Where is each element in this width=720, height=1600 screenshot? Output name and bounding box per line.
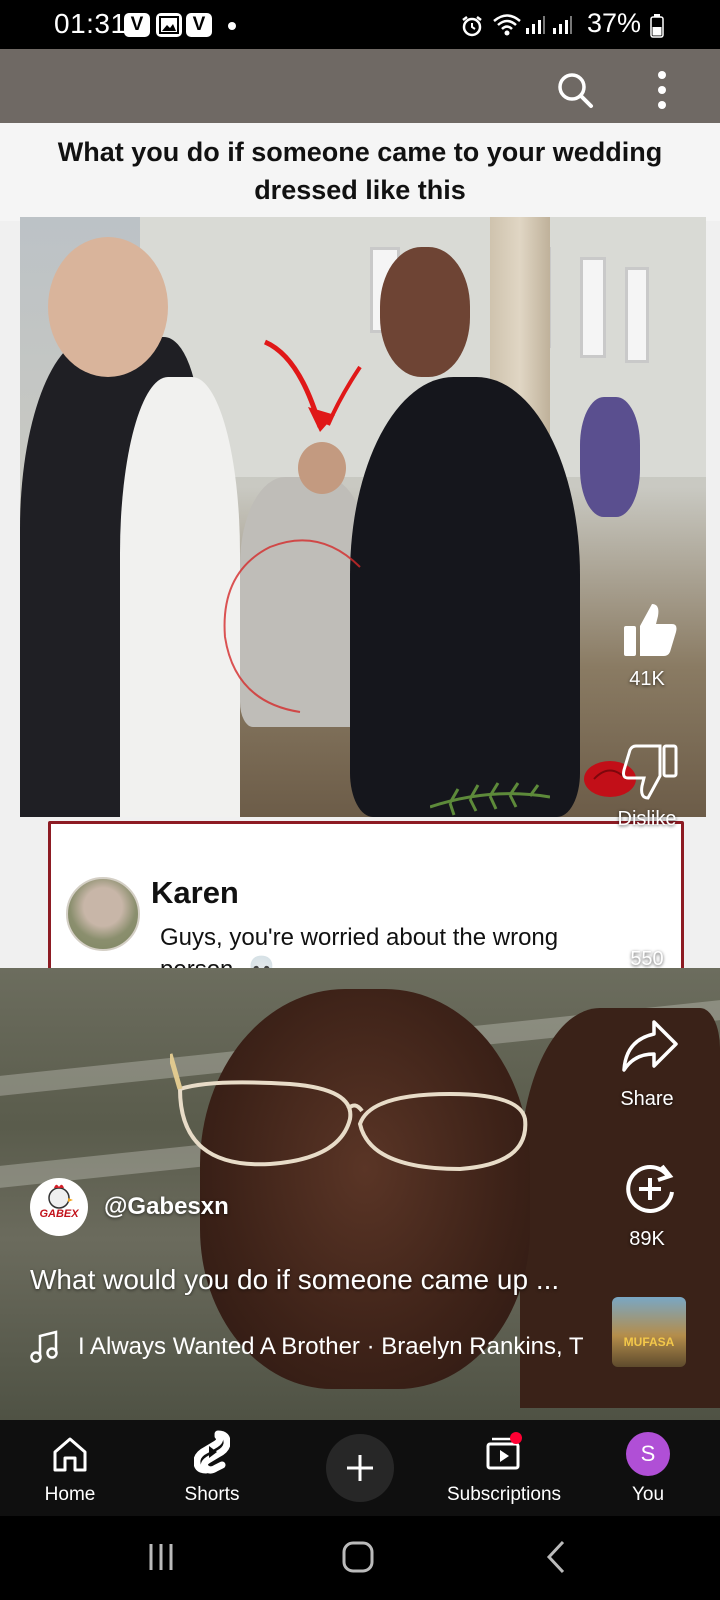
- status-time: 01:31: [54, 8, 127, 39]
- dislike-icon[interactable]: [620, 742, 680, 802]
- remix-icon[interactable]: [620, 1158, 680, 1218]
- home-icon: [53, 1437, 87, 1472]
- red-circle-highlight: [223, 539, 361, 713]
- wifi-icon: [493, 14, 521, 36]
- video-top-bar: [0, 49, 720, 123]
- commenter-avatar: [66, 877, 140, 951]
- wedding-photo: [20, 217, 706, 817]
- like-icon[interactable]: [620, 600, 680, 660]
- costume-figure: [580, 397, 640, 517]
- like-count: 41K: [629, 668, 665, 690]
- signal-icon-1: [526, 16, 545, 34]
- glasses-icon: [170, 1053, 528, 1172]
- more-notifications-dot: [228, 22, 236, 30]
- fern-leaf-icon: [430, 782, 550, 816]
- back-icon[interactable]: [545, 1540, 567, 1574]
- groom-suit: [350, 377, 580, 817]
- home-button-icon[interactable]: [341, 1540, 375, 1574]
- video-title[interactable]: What would you do if someone came up ...: [30, 1264, 600, 1296]
- nav-shorts-label: Shorts: [184, 1484, 240, 1505]
- new-content-dot: [510, 1432, 522, 1444]
- music-note-icon: [30, 1330, 58, 1363]
- channel-handle[interactable]: @Gabesxn: [104, 1193, 229, 1221]
- groom-face: [380, 247, 470, 377]
- nav-shorts[interactable]: Shorts: [152, 1420, 272, 1516]
- sound-thumbnail-text: MUFASA: [623, 1335, 675, 1349]
- video-headline: What you do if someone came to your wedd…: [57, 137, 663, 205]
- battery-icon: [650, 14, 664, 38]
- search-icon[interactable]: [556, 71, 594, 109]
- v-notification-icon: V: [124, 13, 150, 37]
- recent-apps-icon[interactable]: [146, 1542, 176, 1572]
- more-vert-icon[interactable]: [650, 69, 674, 111]
- channel-avatar[interactable]: GABEX: [30, 1178, 88, 1236]
- nav-subscriptions[interactable]: Subscriptions: [434, 1420, 574, 1516]
- remix-count: 89K: [629, 1228, 665, 1250]
- signal-icon-2: [553, 16, 572, 34]
- bride-face: [48, 237, 168, 377]
- nav-home-label: Home: [44, 1484, 96, 1505]
- create-button[interactable]: [326, 1434, 394, 1502]
- plus-icon: [347, 1455, 373, 1481]
- battery-percentage: 37%: [587, 8, 642, 38]
- shorts-icon: [194, 1430, 230, 1474]
- comments-icon[interactable]: [620, 880, 680, 940]
- sound-thumbnail[interactable]: MUFASA: [612, 1297, 686, 1367]
- status-bar: 01:31 V V 37%: [0, 0, 720, 49]
- alarm-icon: [462, 16, 482, 37]
- house-window-4: [625, 267, 649, 363]
- subscriptions-icon: [486, 1432, 522, 1470]
- system-nav-bar: [0, 1516, 720, 1600]
- red-arrow-icon: [263, 339, 362, 432]
- nav-subscriptions-label: Subscriptions: [446, 1484, 562, 1505]
- you-avatar[interactable]: S: [626, 1432, 670, 1476]
- commenter-name: Karen: [151, 875, 239, 910]
- comments-count: 550: [630, 948, 664, 970]
- music-track[interactable]: I Always Wanted A Brother · Braelyn Rank…: [78, 1333, 590, 1361]
- nav-you-label: You: [631, 1484, 665, 1505]
- rooster-icon: [48, 1184, 73, 1209]
- guest-face: [298, 442, 346, 494]
- share-icon[interactable]: [620, 1016, 680, 1076]
- v-notification-icon-2: V: [186, 13, 212, 37]
- share-label: Share: [620, 1088, 674, 1110]
- gallery-notification-icon: [156, 13, 182, 37]
- nav-home[interactable]: Home: [10, 1420, 130, 1516]
- house-window-3: [580, 257, 606, 358]
- dislike-label: Dislike: [617, 808, 677, 830]
